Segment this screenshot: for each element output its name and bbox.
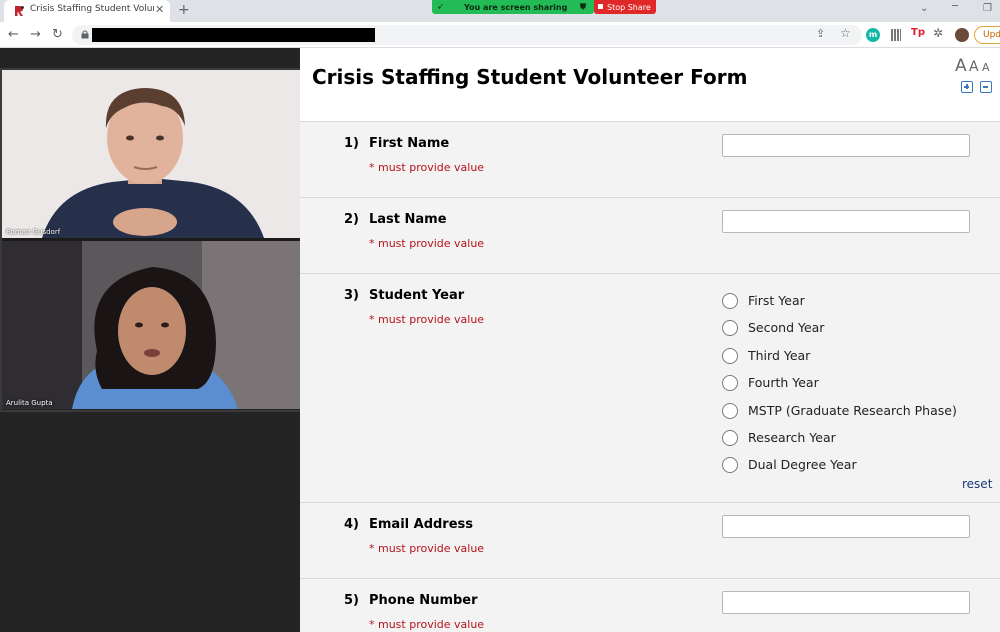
radio-circle[interactable]	[722, 430, 738, 446]
tab-title: Crisis Staffing Student Volunteer	[30, 4, 154, 14]
question-number: 4)	[344, 517, 359, 532]
question-row-email: 4) Email Address * must provide value	[300, 502, 1000, 578]
minimize-icon[interactable]: ─	[952, 1, 958, 12]
question-number: 1)	[344, 136, 359, 151]
participant-video-tile[interactable]: Arulita Gupta	[2, 241, 300, 409]
participant-name: Arulita Gupta	[6, 399, 53, 407]
browser-toolbar: ← → ↻ ⇪ ☆ m Tp ✲ Upda	[0, 22, 1000, 48]
radio-label[interactable]: Research Year	[748, 430, 836, 445]
stop-square-icon	[598, 4, 603, 9]
tab-close-icon[interactable]: ✕	[155, 3, 164, 16]
radio-label[interactable]: First Year	[748, 293, 805, 308]
extension-m-icon[interactable]: m	[866, 28, 880, 42]
form-page: Crisis Staffing Student Volunteer Form A…	[300, 48, 1000, 632]
participant-name: Roman Gusdorf	[6, 228, 61, 236]
share-page-icon[interactable]: ⇪	[816, 27, 830, 41]
required-note: * must provide value	[369, 237, 485, 250]
question-label: Email Address	[369, 517, 474, 532]
update-button[interactable]: Upda	[974, 26, 1000, 44]
question-label: Last Name	[369, 212, 447, 227]
url-redaction-box	[92, 28, 375, 42]
first-name-input[interactable]	[722, 134, 970, 157]
stop-share-button[interactable]: Stop Share	[594, 0, 656, 14]
address-bar[interactable]	[72, 25, 862, 45]
extension-tp-icon[interactable]: Tp	[911, 27, 925, 41]
reload-icon[interactable]: ↻	[52, 27, 63, 42]
text-size-large[interactable]: A	[955, 56, 967, 76]
question-label: First Name	[369, 136, 450, 151]
text-size-medium[interactable]: A	[969, 59, 979, 75]
participant-video-roman	[2, 70, 300, 238]
share-arrow-icon: ➶	[437, 2, 444, 11]
required-note: * must provide value	[369, 161, 485, 174]
email-input[interactable]	[722, 515, 970, 538]
participant-video-arulita	[2, 241, 300, 409]
new-tab-icon[interactable]: +	[178, 2, 190, 18]
question-row-phone: 5) Phone Number * must provide value	[300, 578, 1000, 632]
question-label: Phone Number	[369, 593, 478, 608]
question-label: Student Year	[369, 288, 465, 303]
radio-circle[interactable]	[722, 293, 738, 309]
radio-circle[interactable]	[722, 403, 738, 419]
radio-label[interactable]: Third Year	[748, 348, 810, 363]
extension-barcode-icon[interactable]	[891, 29, 901, 41]
question-number: 5)	[344, 593, 359, 608]
radio-circle[interactable]	[722, 375, 738, 391]
question-number: 2)	[344, 212, 359, 227]
browser-tab[interactable]: Crisis Staffing Student Volunteer ✕	[4, 0, 170, 22]
back-arrow-icon[interactable]: ←	[8, 27, 19, 42]
radio-circle[interactable]	[722, 348, 738, 364]
puzzle-icon[interactable]: ✲	[933, 26, 947, 40]
radio-circle[interactable]	[722, 320, 738, 336]
last-name-input[interactable]	[722, 210, 970, 233]
required-note: * must provide value	[369, 542, 485, 555]
lock-icon	[81, 30, 89, 39]
radio-label[interactable]: MSTP (Graduate Research Phase)	[748, 403, 957, 418]
question-number: 3)	[344, 288, 359, 303]
text-size-small[interactable]: A	[982, 61, 990, 74]
zoom-in-icon[interactable]	[961, 81, 973, 93]
forward-arrow-icon[interactable]: →	[30, 27, 41, 42]
profile-avatar[interactable]	[955, 28, 969, 42]
participant-video-tile[interactable]: Roman Gusdorf	[2, 70, 300, 238]
phone-input[interactable]	[722, 591, 970, 614]
restore-icon[interactable]: ❐	[983, 3, 992, 14]
radio-circle[interactable]	[722, 457, 738, 473]
required-note: * must provide value	[369, 618, 485, 631]
video-panel: Roman Gusdorf Arulita Gupta	[0, 48, 303, 632]
question-row-student-year: 3) Student Year * must provide value Fir…	[300, 273, 1000, 502]
question-row-first-name: 1) First Name * must provide value	[300, 121, 1000, 197]
page-title: Crisis Staffing Student Volunteer Form	[312, 65, 748, 89]
radio-label[interactable]: Dual Degree Year	[748, 457, 857, 472]
screen-sharing-banner: ➶ You are screen sharing ⛊	[432, 0, 594, 14]
screen-sharing-text: You are screen sharing	[464, 3, 568, 12]
required-note: * must provide value	[369, 313, 485, 326]
bookmark-star-icon[interactable]: ☆	[840, 26, 854, 40]
radio-label[interactable]: Second Year	[748, 320, 824, 335]
tab-search-chevron-icon[interactable]: ⌄	[920, 3, 928, 14]
radio-label[interactable]: Fourth Year	[748, 375, 819, 390]
zoom-out-icon[interactable]	[980, 81, 992, 93]
question-row-last-name: 2) Last Name * must provide value	[300, 197, 1000, 273]
browser-tab-bar: Crisis Staffing Student Volunteer ✕ + ➶ …	[0, 0, 1000, 22]
redcap-favicon-icon	[15, 6, 24, 16]
shield-icon: ⛊	[580, 2, 586, 11]
reset-link[interactable]: reset	[962, 477, 992, 491]
stop-share-label: Stop Share	[607, 3, 651, 12]
